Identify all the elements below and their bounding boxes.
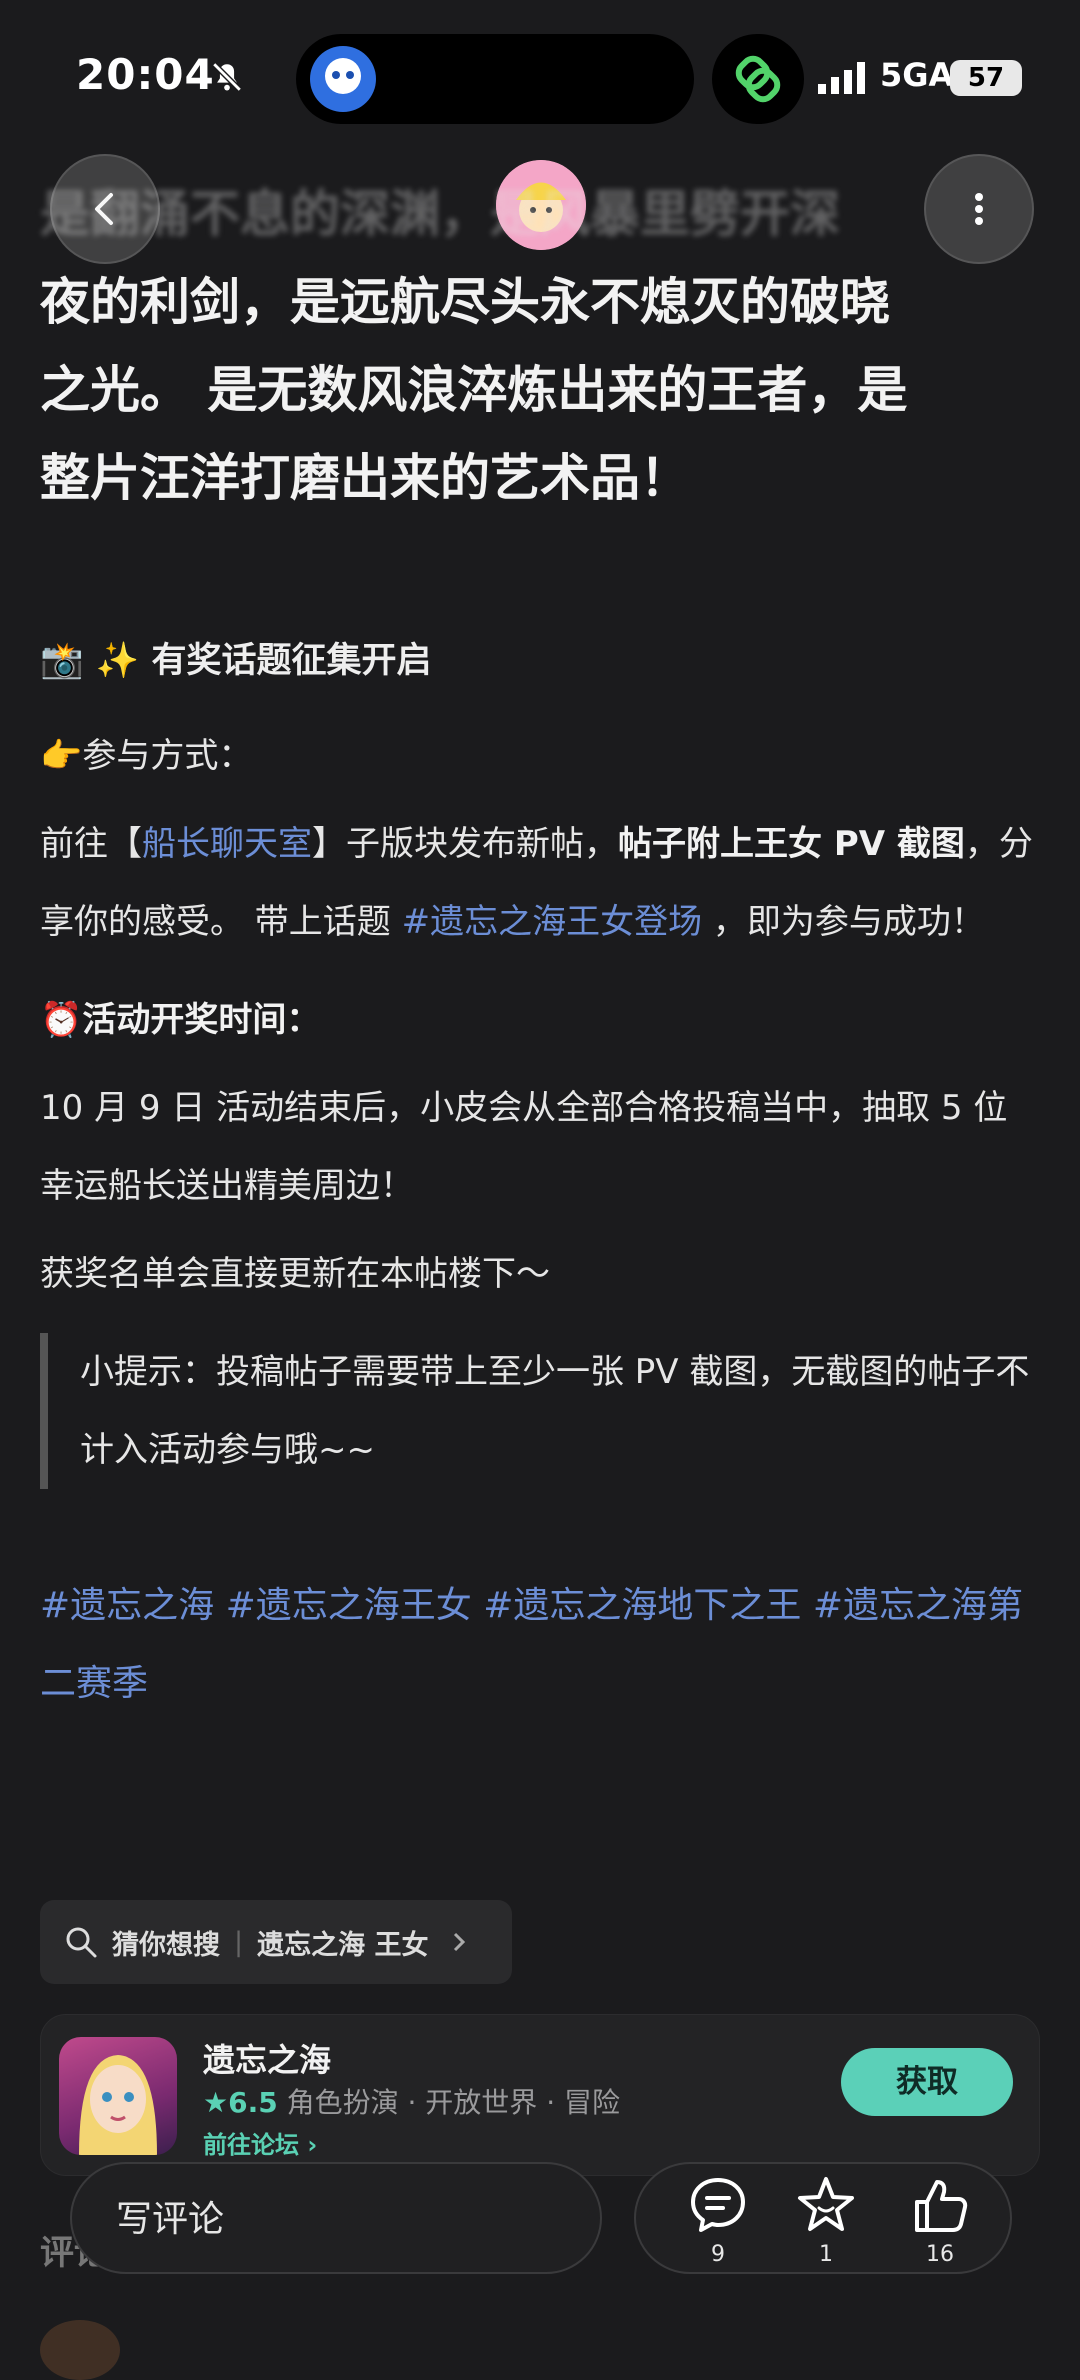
topic-link[interactable]: #遗忘之海王女登场 bbox=[402, 902, 703, 942]
heading-line: 整片汪洋打磨出来的艺术品！ bbox=[40, 449, 690, 507]
bold-text: 帖子附上王女 PV 截图 bbox=[618, 824, 965, 864]
thumb-up-icon bbox=[915, 2180, 968, 2232]
divider: | bbox=[234, 1926, 244, 1958]
like-count: 16 bbox=[926, 2242, 954, 2267]
participate-text: 前往【船长聊天室】子版块发布新帖，帖子附上王女 PV 截图，分享你的感受。 带上… bbox=[40, 805, 1040, 961]
participate-label: 👉参与方式： bbox=[40, 736, 253, 776]
winners-note: 获奖名单会直接更新在本帖楼下～ bbox=[40, 1254, 550, 1294]
text-span: 前往【 bbox=[40, 824, 142, 864]
game-tags: 角色扮演 · 开放世界 · 冒险 bbox=[286, 2086, 621, 2119]
action-bar: 9 1 16 bbox=[634, 2162, 1012, 2274]
comment-count: 9 bbox=[711, 2242, 725, 2267]
signal-icon bbox=[818, 62, 865, 94]
mute-icon bbox=[212, 62, 242, 92]
heading-line: 是翻涌不息的深渊，是风暴里劈开深 bbox=[40, 185, 840, 243]
comment-input[interactable]: 写评论 bbox=[70, 2162, 602, 2274]
game-icon[interactable] bbox=[59, 2037, 177, 2155]
comment-icon bbox=[691, 2178, 745, 2232]
game-name: 遗忘之海 bbox=[203, 2041, 332, 2079]
status-time: 20:04 bbox=[76, 50, 215, 99]
draw-time-text: 10 月 9 日 活动结束后，小皮会从全部合格投稿当中，抽取 5 位幸运船长送出… bbox=[40, 1088, 1008, 1206]
dynamic-island bbox=[296, 34, 694, 124]
commenter-avatar bbox=[40, 2320, 120, 2380]
tip-quote: 小提示：投稿帖子需要带上至少一张 PV 截图，无截图的帖子不计入活动参与哦~~ bbox=[40, 1333, 1040, 1489]
chevron-right-icon bbox=[453, 1932, 465, 1952]
game-card[interactable]: 遗忘之海 ★6.5 角色扮演 · 开放世界 · 冒险 前往论坛 › 获取 bbox=[40, 2014, 1040, 2176]
hashtag-list[interactable]: #遗忘之海 #遗忘之海王女 #遗忘之海地下之王 #遗忘之海第二赛季 bbox=[40, 1567, 1040, 1723]
like-action[interactable]: 16 bbox=[900, 2174, 980, 2267]
link-icon[interactable] bbox=[712, 34, 804, 124]
app-activity-icon[interactable] bbox=[310, 46, 376, 112]
search-suggestion-label: 猜你想搜 bbox=[112, 1929, 220, 1961]
favorite-count: 1 bbox=[819, 2242, 833, 2267]
battery-indicator: 57 bbox=[950, 60, 1022, 96]
network-type: 5GA bbox=[880, 56, 954, 94]
draw-time-label: ⏰活动开奖时间： bbox=[40, 1000, 321, 1040]
game-meta: ★6.5 角色扮演 · 开放世界 · 冒险 bbox=[203, 2081, 620, 2121]
game-score: ★6.5 bbox=[203, 2086, 278, 2119]
topic-section-title: 📸 ✨ 有奖话题征集开启 bbox=[40, 641, 432, 681]
search-suggestion[interactable]: 猜你想搜 | 遗忘之海 王女 bbox=[40, 1900, 512, 1984]
heading-line: 夜的利剑，是远航尽头永不熄灭的破晓 bbox=[40, 273, 890, 331]
search-icon bbox=[66, 1927, 97, 1958]
text-span: 】子版块发布新帖， bbox=[312, 824, 618, 864]
comment-action[interactable]: 9 bbox=[678, 2174, 758, 2267]
text-span: ，即为参与成功！ bbox=[702, 902, 985, 942]
status-bar: 20:04 5GA 57 bbox=[0, 0, 1080, 150]
forum-link[interactable]: 前往论坛 › bbox=[203, 2125, 317, 2160]
search-suggestion-query: 遗忘之海 王女 bbox=[257, 1929, 429, 1961]
heading-line: 之光。 是无数风浪淬炼出来的王者，是 bbox=[40, 361, 908, 419]
post-body: 是翻涌不息的深渊，是风暴里劈开深 夜的利剑，是远航尽头永不熄灭的破晓 之光。 是… bbox=[40, 170, 1040, 1723]
post-heading: 是翻涌不息的深渊，是风暴里劈开深 夜的利剑，是远航尽头永不熄灭的破晓 之光。 是… bbox=[40, 170, 1040, 522]
get-button[interactable]: 获取 bbox=[841, 2048, 1013, 2116]
star-icon bbox=[798, 2177, 854, 2231]
subforum-link[interactable]: 船长聊天室 bbox=[142, 824, 312, 864]
favorite-action[interactable]: 1 bbox=[786, 2174, 866, 2267]
